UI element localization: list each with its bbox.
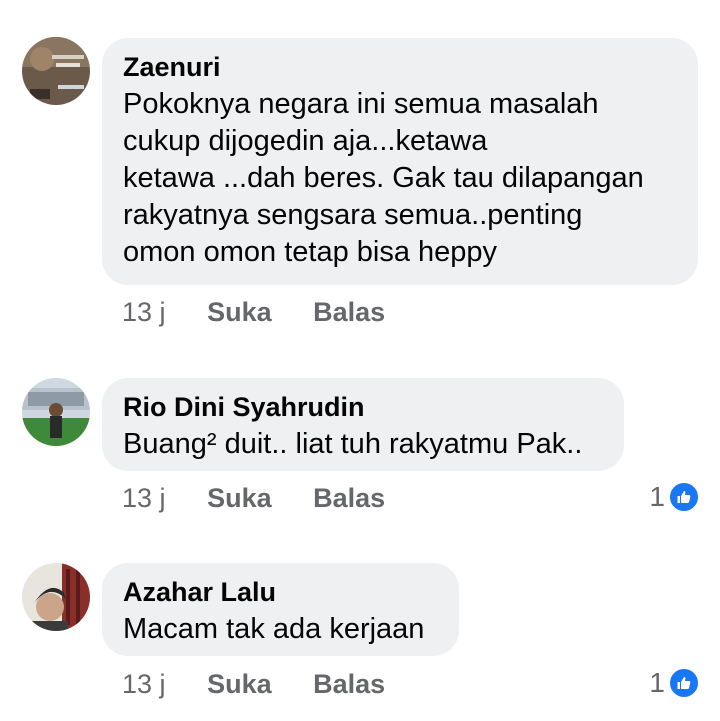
comment-text-line: Buang² duit.. liat tuh rakyatmu Pak..	[123, 428, 583, 460]
avatar[interactable]	[22, 378, 90, 446]
comment-text-line: cukup dijogedin aja...ketawa	[123, 125, 488, 157]
comment-author[interactable]: Rio Dini Syahrudin	[123, 392, 604, 422]
comment-text-line: ketawa ...dah beres. Gak tau dilapangan	[123, 162, 644, 194]
reply-button[interactable]: Balas	[313, 297, 385, 327]
reaction-summary[interactable]: 1	[649, 667, 700, 699]
avatar[interactable]	[22, 37, 90, 105]
comment-actions: 13 j Suka Balas	[122, 483, 419, 513]
comment-text-line: rakyatnya sengsara semua..penting	[123, 199, 583, 231]
reaction-summary[interactable]: 1	[649, 481, 700, 513]
comment-author[interactable]: Zaenuri	[123, 52, 678, 82]
comment-timestamp[interactable]: 13 j	[122, 483, 166, 513]
like-button[interactable]: Suka	[207, 669, 272, 699]
thumbs-up-icon	[668, 481, 700, 513]
comment-timestamp[interactable]: 13 j	[122, 669, 166, 699]
comment-author[interactable]: Azahar Lalu	[123, 577, 439, 607]
comment-text-line: Macam tak ada kerjaan	[123, 613, 425, 645]
comment-timestamp[interactable]: 13 j	[122, 297, 166, 327]
comment-text-line: Pokoknya negara ini semua masalah	[123, 88, 599, 120]
reaction-count: 1	[649, 481, 665, 512]
reaction-count: 1	[649, 667, 665, 698]
profile-avatar-icon	[22, 37, 90, 105]
reply-button[interactable]: Balas	[313, 483, 385, 513]
profile-avatar-icon	[22, 563, 90, 631]
comment-text: Pokoknya negara ini semua masalah cukup …	[123, 86, 678, 271]
comment-actions: 13 j Suka Balas	[122, 669, 419, 699]
comment-bubble: Rio Dini Syahrudin Buang² duit.. liat tu…	[102, 378, 624, 471]
comment-text: Macam tak ada kerjaan	[123, 611, 439, 648]
comment-text: Buang² duit.. liat tuh rakyatmu Pak..	[123, 426, 604, 463]
comment-bubble: Azahar Lalu Macam tak ada kerjaan	[102, 563, 459, 656]
avatar[interactable]	[22, 563, 90, 631]
comment-actions: 13 j Suka Balas	[122, 297, 419, 327]
thumbs-up-icon	[668, 667, 700, 699]
like-button[interactable]: Suka	[207, 297, 272, 327]
comment-text-line: omon omon tetap bisa heppy	[123, 236, 498, 268]
comment-bubble: Zaenuri Pokoknya negara ini semua masala…	[102, 38, 698, 285]
like-button[interactable]: Suka	[207, 483, 272, 513]
profile-avatar-icon	[22, 378, 90, 446]
reply-button[interactable]: Balas	[313, 669, 385, 699]
